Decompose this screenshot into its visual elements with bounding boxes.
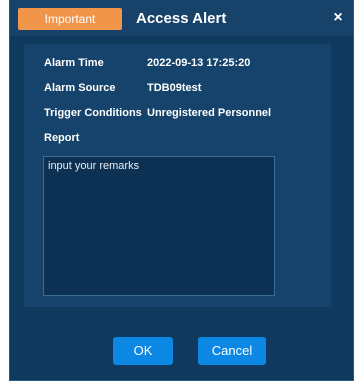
alert-details-panel: Alarm Time 2022-09-13 17:25:20 Alarm Sou… (24, 44, 331, 307)
access-alert-dialog: Important Access Alert × Alarm Time 2022… (9, 0, 354, 381)
alarm-time-value: 2022-09-13 17:25:20 (147, 57, 251, 69)
trigger-conditions-label: Trigger Conditions (44, 107, 142, 119)
dialog-title: Access Alert (136, 10, 227, 27)
remarks-input[interactable] (43, 156, 275, 296)
ok-button[interactable]: OK (113, 337, 173, 365)
close-icon[interactable]: × (330, 9, 346, 27)
dialog-titlebar: Important Access Alert × (10, 0, 353, 36)
importance-badge: Important (18, 8, 122, 30)
cancel-button[interactable]: Cancel (198, 337, 266, 365)
report-label: Report (44, 132, 80, 144)
trigger-conditions-value: Unregistered Personnel (147, 107, 272, 119)
alarm-source-label: Alarm Source (44, 82, 116, 94)
alarm-source-value: TDB09test (147, 82, 202, 94)
alarm-time-label: Alarm Time (44, 57, 104, 69)
